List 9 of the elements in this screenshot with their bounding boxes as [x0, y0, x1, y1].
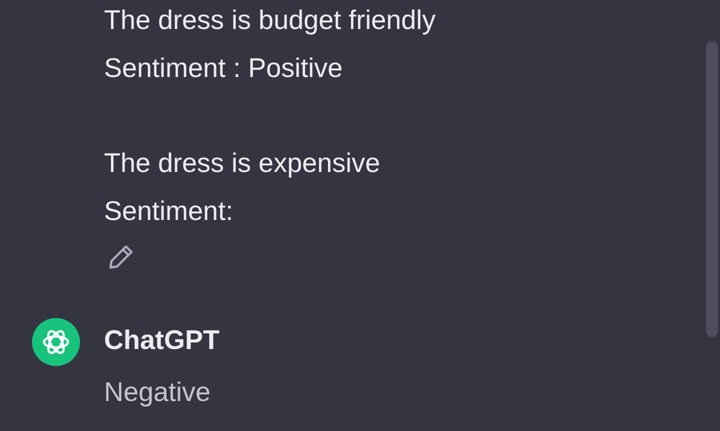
scrollbar[interactable] — [706, 41, 718, 337]
message-line: The dress is expensive — [104, 147, 382, 180]
assistant-logo-icon — [32, 318, 80, 366]
reply-text: Negative — [104, 376, 212, 409]
message-line: Sentiment: — [104, 195, 234, 228]
author-name: ChatGPT — [104, 324, 220, 357]
edit-icon[interactable] — [107, 243, 135, 271]
message-line: Sentiment : Positive — [104, 52, 344, 85]
message-line: The dress is budget friendly — [104, 4, 437, 37]
